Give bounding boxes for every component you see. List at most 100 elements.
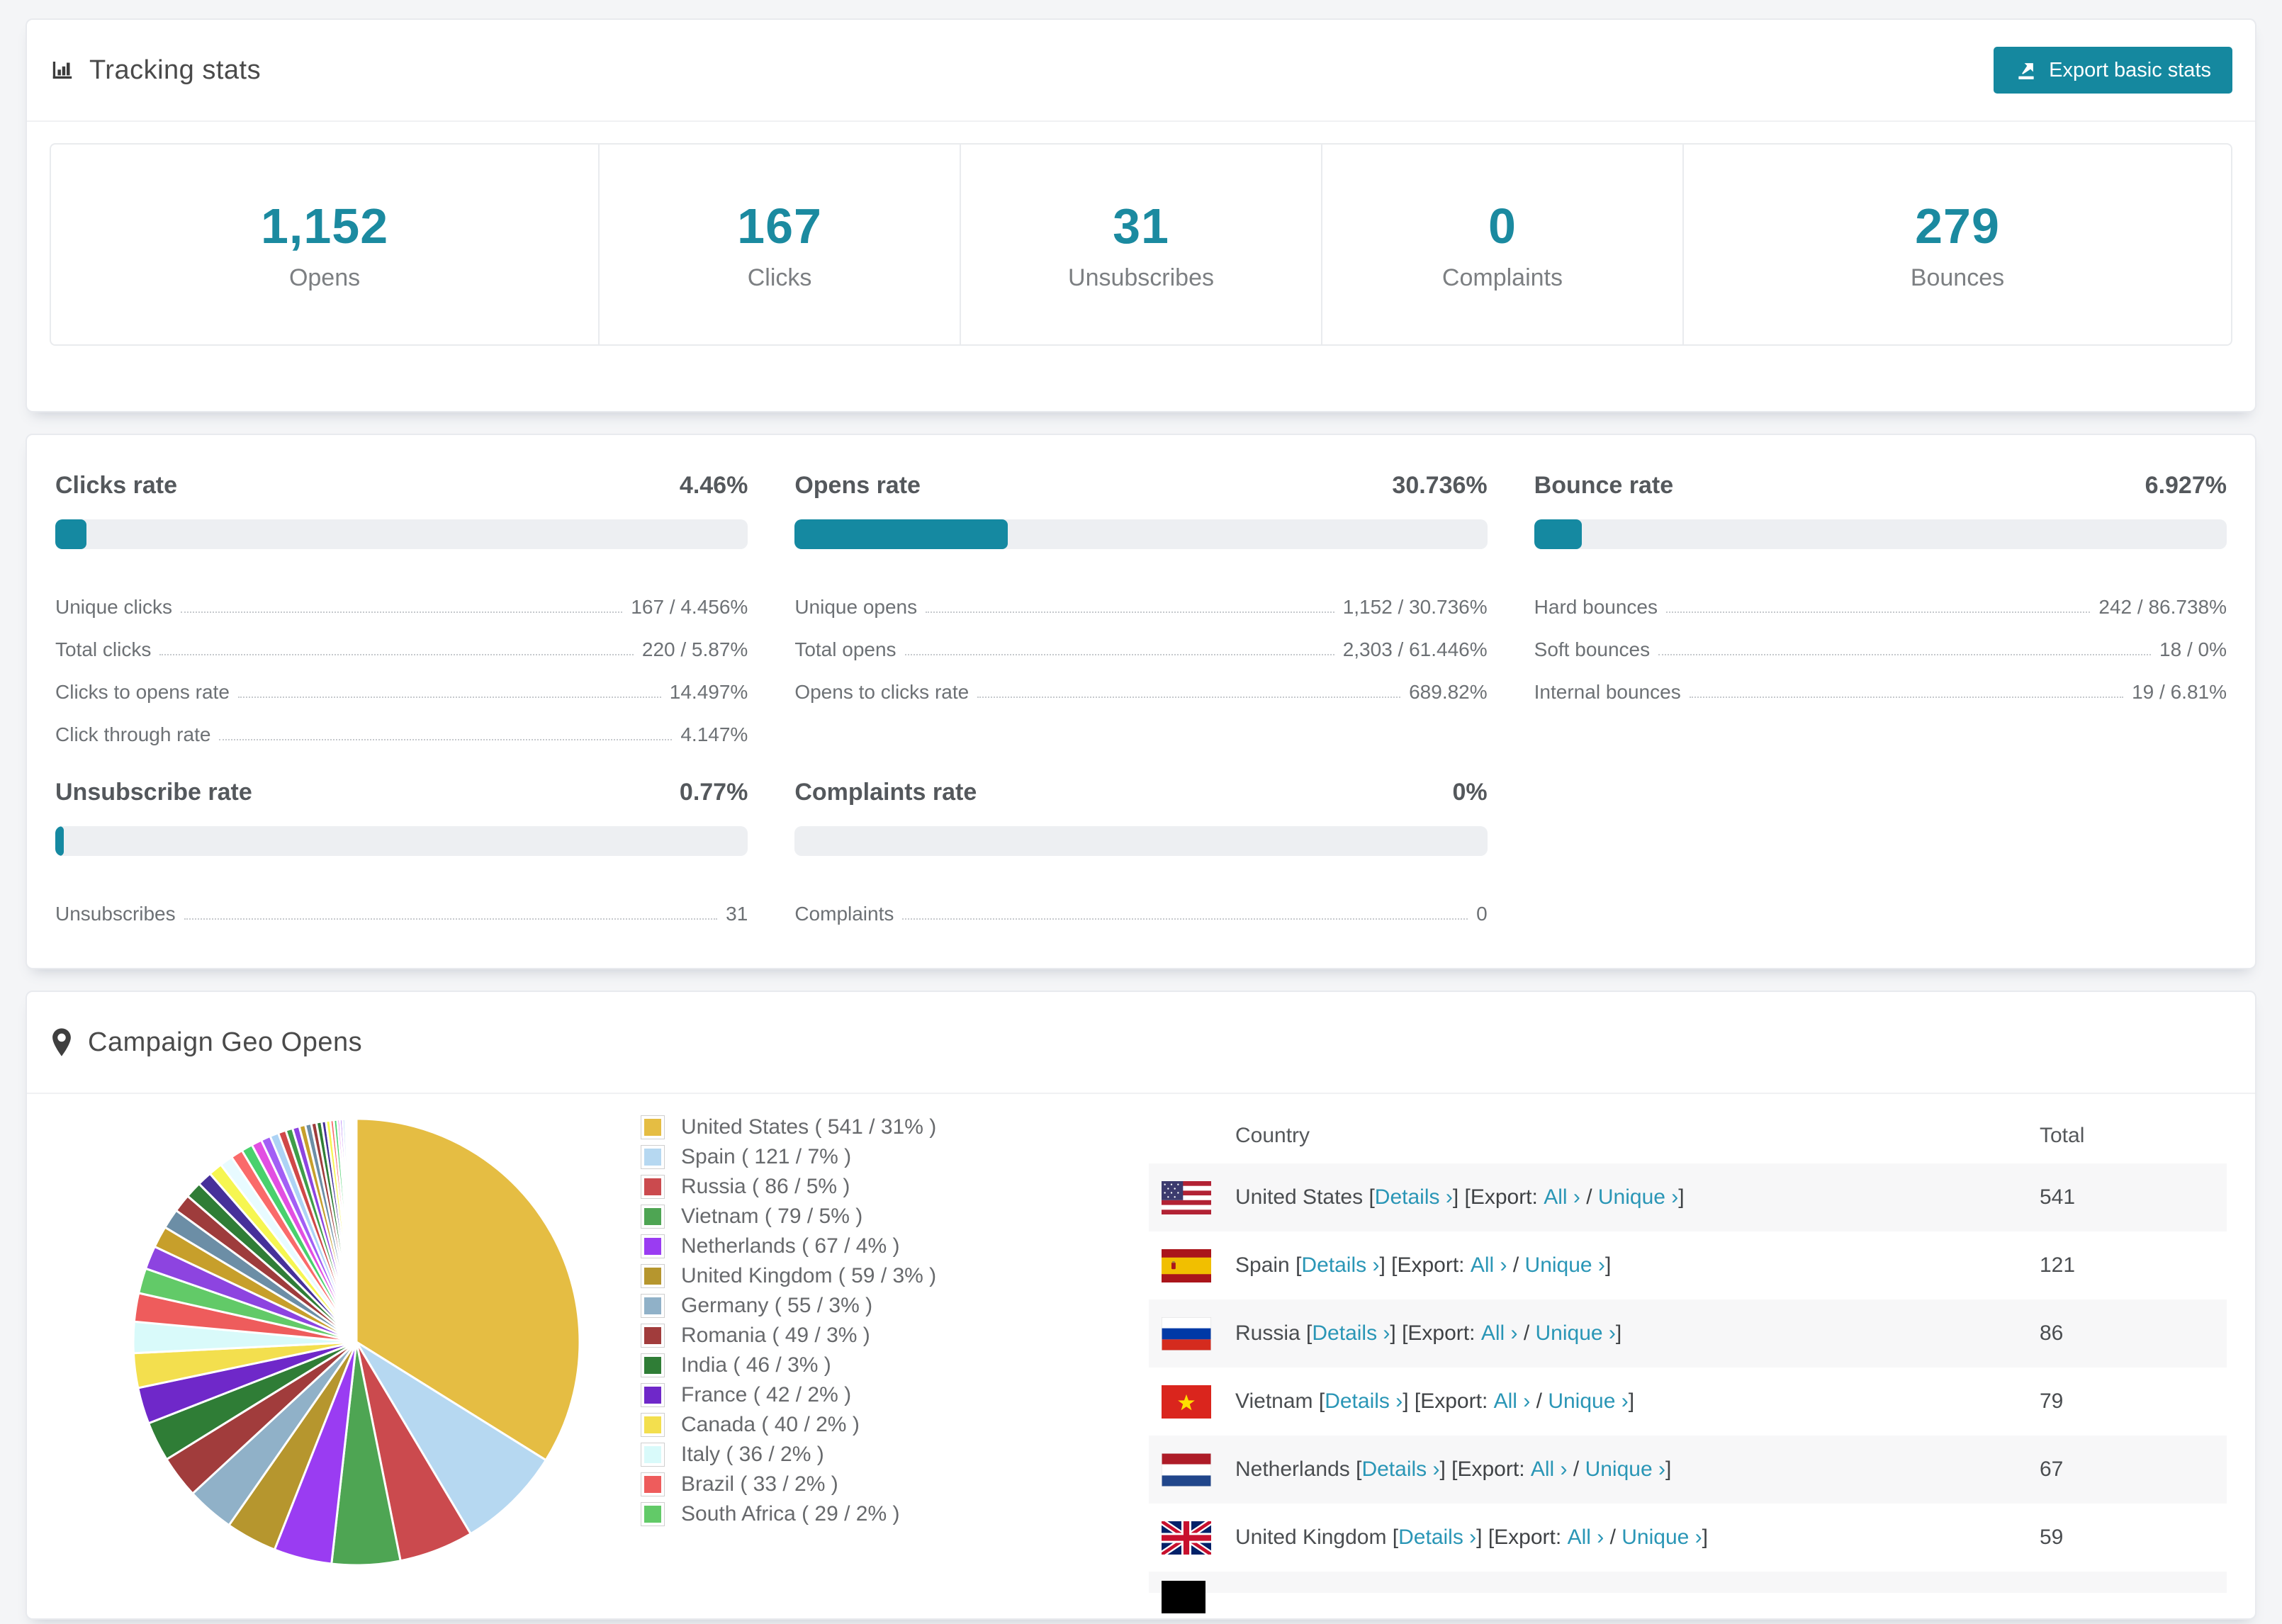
geo-opens-table: Country Total United States [Details ›] […	[1149, 1108, 2227, 1613]
rate-row-value: 4.147%	[680, 723, 748, 745]
legend-swatch	[641, 1353, 665, 1377]
flag-gb-icon	[1162, 1521, 1211, 1555]
export-all-link[interactable]: All ›	[1494, 1389, 1531, 1414]
separator: /	[1530, 1389, 1548, 1413]
stat-label: Opens	[288, 264, 361, 291]
export-all-link[interactable]: All ›	[1568, 1526, 1604, 1550]
legend-swatch	[641, 1264, 665, 1288]
details-link[interactable]: Details ›	[1361, 1457, 1439, 1482]
bracket: ] [Export:	[1379, 1253, 1471, 1277]
progress-bar-track	[55, 826, 748, 856]
legend-swatch	[641, 1175, 665, 1199]
dotted-leader	[1666, 611, 2091, 613]
rate-value: 0%	[1452, 779, 1488, 806]
geo-opens-header: Campaign Geo Opens	[27, 992, 2255, 1093]
bracket: ]	[1665, 1457, 1672, 1481]
details-link[interactable]: Details ›	[1325, 1389, 1403, 1414]
rate-head: Complaints rate 0%	[794, 779, 1487, 806]
stat-value: 31	[1113, 198, 1169, 254]
separator: /	[1580, 1185, 1598, 1209]
legend-label: United Kingdom ( 59 / 3% )	[681, 1264, 937, 1287]
rate-row-value: 19 / 6.81%	[2132, 681, 2227, 703]
rate-row-label: Unique opens	[794, 596, 918, 618]
progress-bar-fill	[1534, 519, 1583, 549]
export-all-link[interactable]: All ›	[1471, 1253, 1507, 1278]
rate-head: Unsubscribe rate 0.77%	[55, 779, 748, 806]
legend-item-france: France ( 42 / 2% )	[641, 1380, 1038, 1410]
legend-item-united-states: United States ( 541 / 31% )	[641, 1112, 1038, 1142]
details-link[interactable]: Details ›	[1398, 1526, 1476, 1550]
export-unique-link[interactable]: Unique ›	[1585, 1457, 1665, 1482]
bracket: [	[1318, 1389, 1325, 1413]
legend-swatch	[641, 1443, 665, 1467]
table-row-us: United States [Details ›] [Export: All ›…	[1149, 1163, 2227, 1231]
export-unique-link[interactable]: Unique ›	[1621, 1526, 1702, 1550]
divider	[27, 120, 2255, 122]
export-unique-link[interactable]: Unique ›	[1548, 1389, 1628, 1414]
rate-title: Bounce rate	[1534, 472, 1674, 499]
rate-row: Unique opens 1,152 / 30.736%	[794, 576, 1487, 619]
rate-title: Clicks rate	[55, 472, 177, 499]
legend-swatch	[641, 1294, 665, 1318]
details-link[interactable]: Details ›	[1375, 1185, 1453, 1209]
column-header-total: Total	[2040, 1124, 2085, 1147]
legend-item-south-africa: South Africa ( 29 / 2% )	[641, 1499, 1038, 1529]
rate-row-label: Soft bounces	[1534, 638, 1651, 660]
rate-row-label: Internal bounces	[1534, 681, 1681, 703]
rate-rows: Unsubscribes 31	[55, 883, 748, 925]
export-unique-link[interactable]: Unique ›	[1536, 1321, 1616, 1346]
stat-cell-clicks: 167 Clicks	[600, 145, 962, 344]
details-link[interactable]: Details ›	[1312, 1321, 1390, 1346]
table-header-row: Country Total	[1149, 1108, 2227, 1163]
dotted-leader	[184, 918, 718, 920]
rate-row-label: Total clicks	[55, 638, 152, 660]
separator: /	[1507, 1253, 1525, 1277]
bracket: [	[1392, 1526, 1399, 1549]
rate-block-clicks-rate: Clicks rate 4.46% Unique clicks 167 / 4.456…	[55, 472, 748, 746]
legend-swatch	[641, 1413, 665, 1437]
geo-opens-title: Campaign Geo Opens	[88, 1027, 363, 1057]
rate-row: Complaints 0	[794, 883, 1487, 925]
separator: /	[1604, 1526, 1622, 1549]
export-basic-stats-button[interactable]: Export basic stats	[1994, 47, 2232, 94]
stat-value: 279	[1915, 198, 2000, 254]
rate-row: Total clicks 220 / 5.87%	[55, 619, 748, 661]
geo-pie-chart	[123, 1108, 590, 1579]
country-cell: Russia [Details ›] [Export: All › / Uniq…	[1162, 1316, 2040, 1350]
details-link[interactable]: Details ›	[1301, 1253, 1379, 1278]
stat-label: Unsubscribes	[1068, 264, 1214, 291]
stat-label: Bounces	[1910, 264, 2005, 291]
table-row-ru: Russia [Details ›] [Export: All › / Uniq…	[1149, 1299, 2227, 1368]
table-row-es: Spain [Details ›] [Export: All › / Uniqu…	[1149, 1231, 2227, 1299]
dotted-leader	[180, 611, 623, 613]
export-all-link[interactable]: All ›	[1481, 1321, 1518, 1346]
map-pin-icon	[50, 1027, 74, 1057]
rate-value: 4.46%	[679, 472, 748, 499]
bar-chart-icon	[50, 57, 75, 83]
export-unique-link[interactable]: Unique ›	[1525, 1253, 1605, 1278]
legend-item-netherlands: Netherlands ( 67 / 4% )	[641, 1231, 1038, 1261]
country-cell: Netherlands [Details ›] [Export: All › /…	[1162, 1453, 2040, 1487]
rate-title: Opens rate	[794, 472, 921, 499]
geo-pie-legend: United States ( 541 / 31% ) Spain ( 121 /…	[641, 1112, 1038, 1529]
legend-label: United States ( 541 / 31% )	[681, 1115, 937, 1139]
page: Tracking stats Export basic stats 1,152 O…	[0, 0, 2282, 1620]
table-row-vn: Vietnam [Details ›] [Export: All › / Uni…	[1149, 1368, 2227, 1436]
legend-item-brazil: Brazil ( 33 / 2% )	[641, 1470, 1038, 1499]
progress-bar-fill	[794, 519, 1008, 549]
bracket: [	[1295, 1253, 1302, 1277]
dotted-leader	[904, 654, 1334, 655]
table-row-gb: United Kingdom [Details ›] [Export: All …	[1149, 1504, 2227, 1572]
rate-title: Complaints rate	[794, 779, 977, 806]
export-unique-link[interactable]: Unique ›	[1598, 1185, 1678, 1209]
stat-label: Complaints	[1441, 264, 1563, 291]
legend-label: Brazil ( 33 / 2% )	[681, 1472, 838, 1496]
rate-block-complaints-rate: Complaints rate 0% Complaints 0	[794, 779, 1488, 925]
stat-label: Clicks	[747, 264, 812, 291]
export-all-link[interactable]: All ›	[1531, 1457, 1568, 1482]
rate-row-value: 0	[1476, 903, 1488, 925]
export-all-link[interactable]: All ›	[1544, 1185, 1580, 1209]
rate-row-label: Unsubscribes	[55, 903, 176, 925]
rate-row-value: 2,303 / 61.446%	[1342, 638, 1488, 660]
legend-item-canada: Canada ( 40 / 2% )	[641, 1410, 1038, 1440]
